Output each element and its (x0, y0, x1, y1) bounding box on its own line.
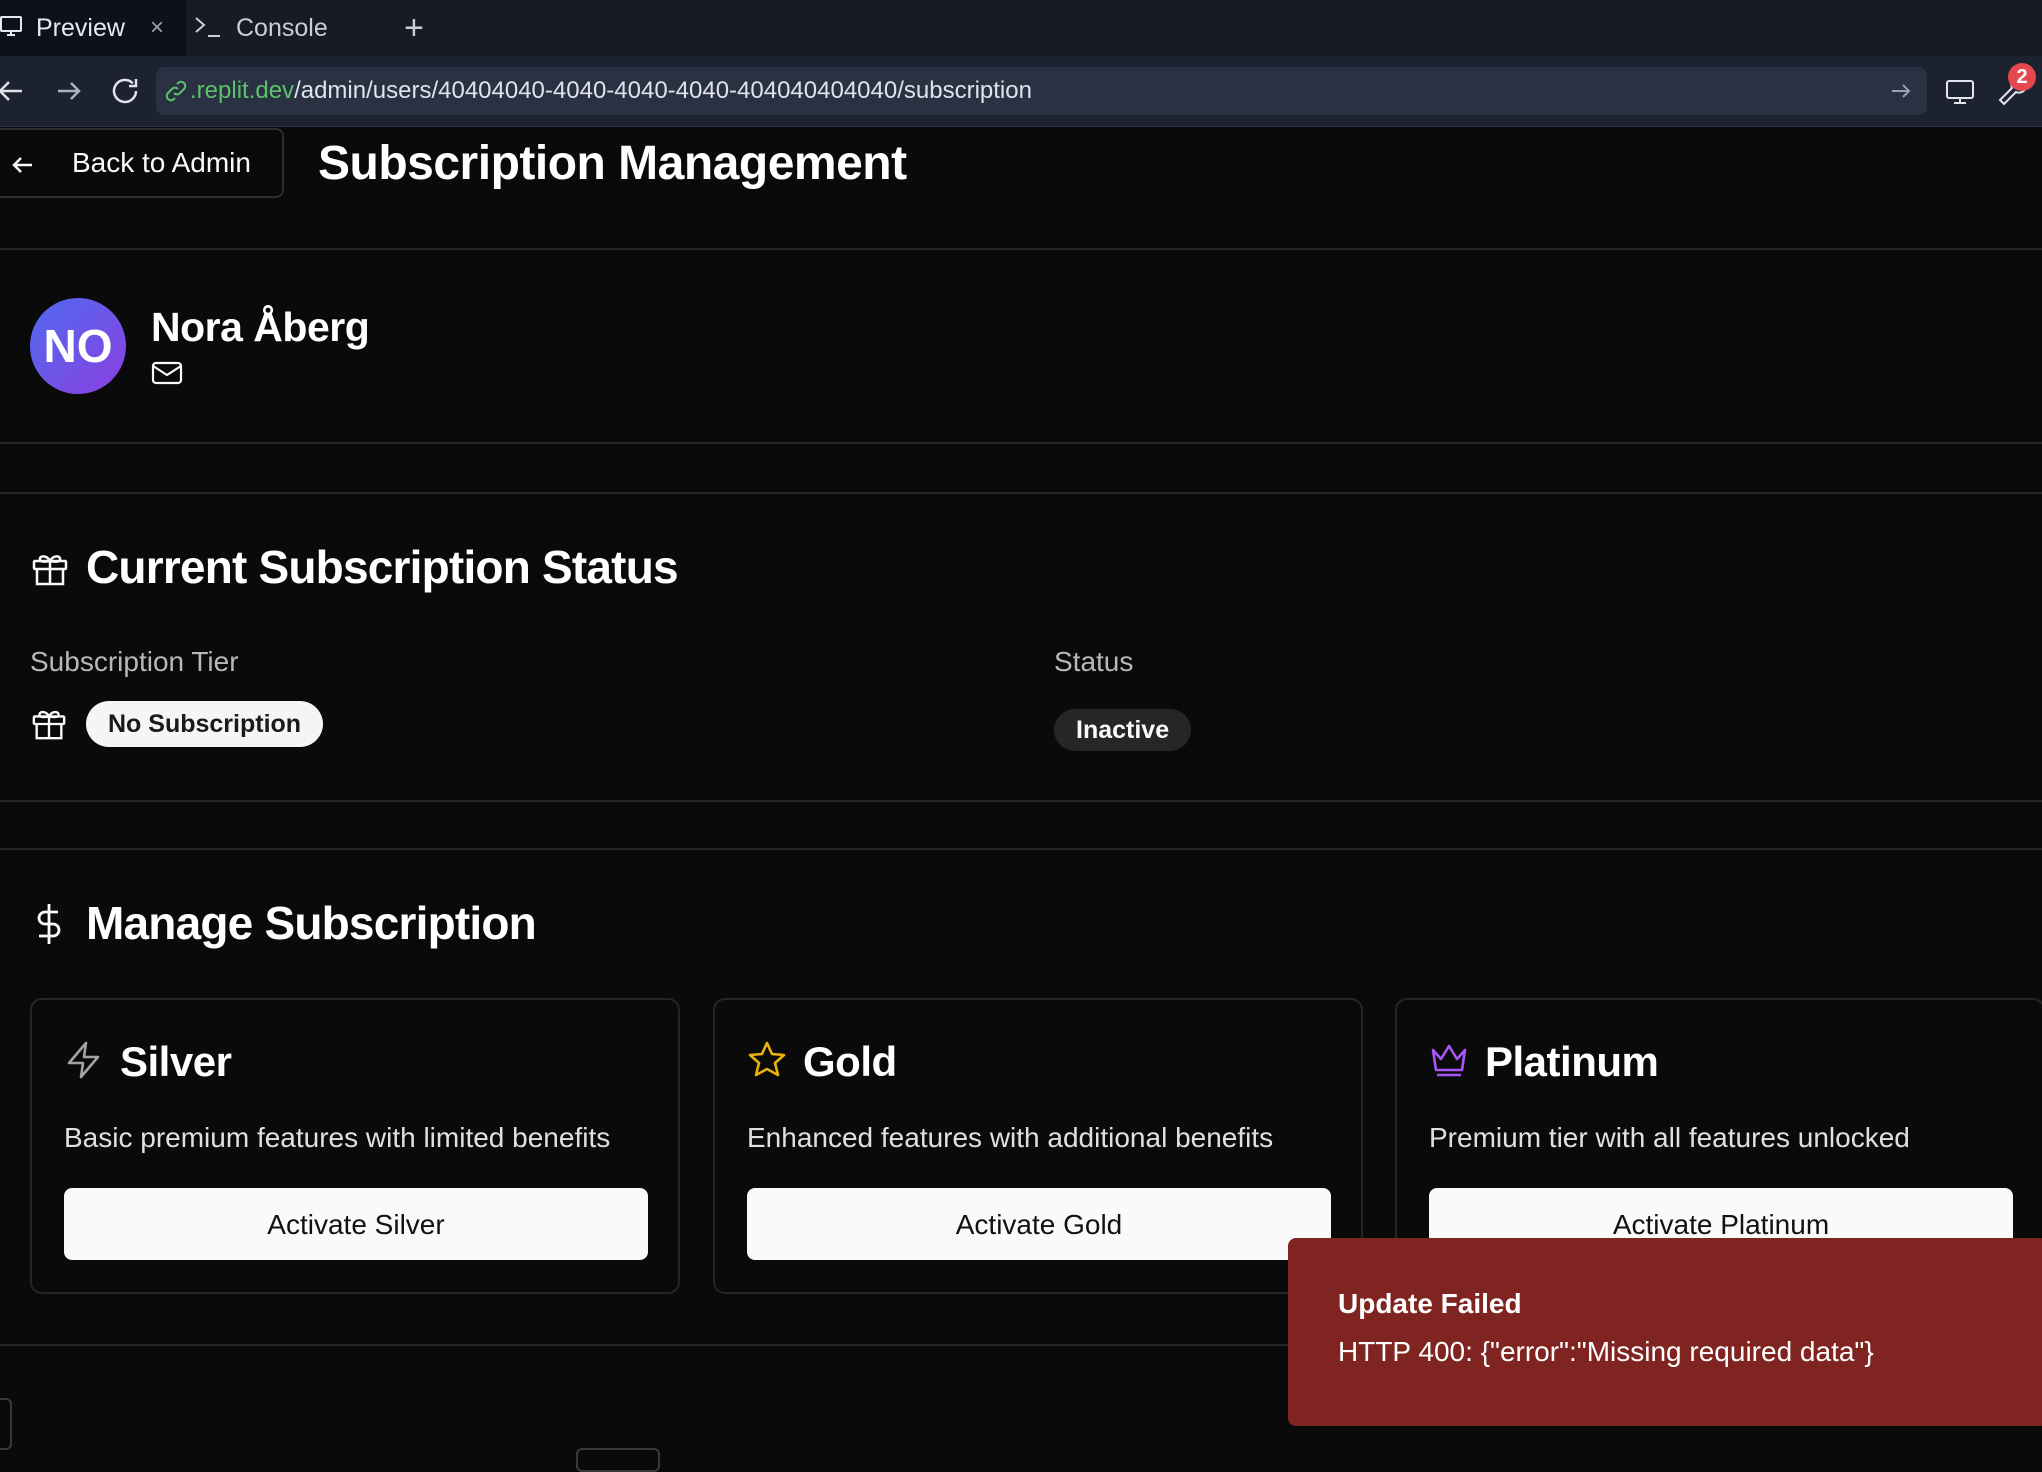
plan-card-gold: Gold Enhanced features with additional b… (713, 998, 1363, 1294)
dollar-icon (34, 902, 64, 946)
user-card: NO Nora Åberg (0, 250, 2042, 444)
activate-silver-button[interactable]: Activate Silver (64, 1188, 648, 1260)
plan-name: Gold (803, 1038, 897, 1085)
tab-label: Console (236, 13, 328, 42)
forward-arrow-icon[interactable] (52, 74, 86, 108)
browser-tab-bar: Preview × Console + (0, 0, 2042, 56)
status-label: Status (1054, 646, 1134, 677)
page-title: Subscription Management (318, 137, 907, 190)
terminal-icon (194, 14, 224, 40)
activate-gold-button[interactable]: Activate Gold (747, 1188, 1331, 1260)
plan-card-silver: Silver Basic premium features with limit… (30, 998, 680, 1294)
arrow-left-icon (10, 152, 36, 178)
url-path: /admin/users/40404040-4040-4040-4040-404… (294, 77, 1032, 104)
monitor-icon (0, 14, 24, 38)
plan-description: Basic premium features with limited bene… (64, 1122, 611, 1153)
device-preview-icon[interactable] (1944, 76, 1976, 108)
tab-label: Preview (36, 13, 125, 42)
floating-control[interactable] (576, 1448, 660, 1472)
gift-icon (31, 550, 69, 588)
back-to-admin-button[interactable]: Back to Admin (0, 128, 284, 198)
toast-message: HTTP 400: {"error":"Missing required dat… (1338, 1336, 1874, 1367)
notification-badge: 2 (2008, 63, 2036, 91)
url-text: .replit.dev/admin/users/40404040-4040-40… (190, 67, 1032, 115)
floating-handle[interactable] (0, 1398, 12, 1450)
reload-icon[interactable] (108, 74, 142, 108)
tab-preview[interactable]: Preview × (0, 0, 186, 56)
plan-description: Premium tier with all features unlocked (1429, 1122, 1910, 1153)
new-tab-button[interactable]: + (404, 8, 424, 48)
crown-icon (1429, 1040, 1469, 1080)
section-title: Manage Subscription (86, 897, 537, 949)
back-button-label: Back to Admin (72, 147, 251, 178)
plan-description: Enhanced features with additional benefi… (747, 1122, 1274, 1153)
error-toast[interactable]: Update Failed HTTP 400: {"error":"Missin… (1288, 1238, 2042, 1426)
status-badge: Inactive (1054, 709, 1192, 751)
url-domain: .replit.dev (190, 77, 295, 104)
page-header: Back to Admin Subscription Management (0, 126, 2042, 250)
zap-icon (64, 1040, 104, 1080)
close-icon[interactable]: × (150, 14, 164, 42)
mail-icon (151, 360, 183, 386)
toast-title: Update Failed (1338, 1288, 1522, 1319)
browser-toolbar: .replit.dev/admin/users/40404040-4040-40… (0, 56, 2042, 127)
gift-icon (31, 706, 67, 742)
address-bar[interactable]: .replit.dev/admin/users/40404040-4040-40… (156, 67, 1927, 115)
plan-name: Platinum (1485, 1038, 1659, 1085)
avatar: NO (30, 298, 126, 394)
link-icon (164, 79, 188, 103)
current-subscription-card: Current Subscription Status Subscription… (0, 492, 2042, 802)
plan-name: Silver (120, 1038, 232, 1085)
go-arrow-icon[interactable] (1889, 79, 1913, 103)
tab-console[interactable]: Console (186, 0, 382, 56)
user-name: Nora Åberg (151, 304, 370, 350)
back-arrow-icon[interactable] (0, 74, 30, 108)
tier-badge: No Subscription (86, 701, 324, 747)
section-title: Current Subscription Status (86, 541, 679, 593)
star-icon (747, 1040, 787, 1080)
tier-label: Subscription Tier (30, 646, 239, 677)
